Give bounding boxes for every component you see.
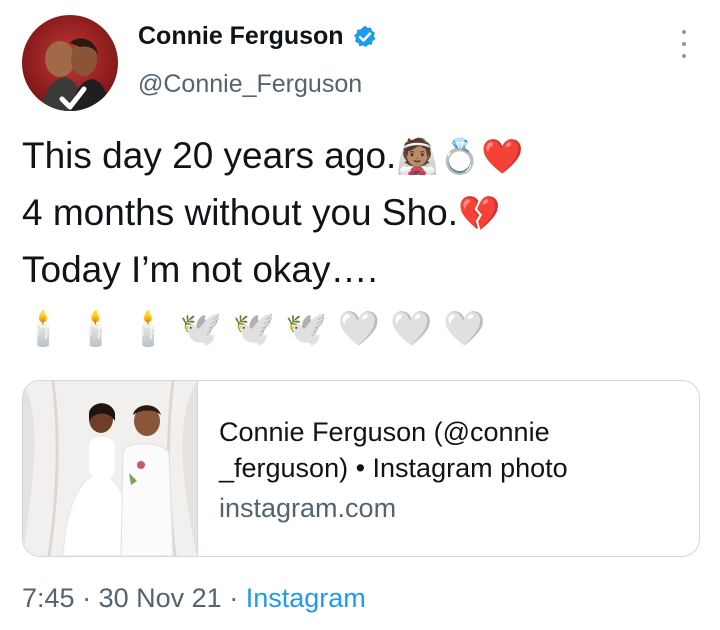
dove-emoji: 🕊️: [232, 309, 275, 349]
more-options-icon[interactable]: [676, 30, 692, 58]
tweet-line-3: Today I’m not okay….: [22, 249, 378, 290]
candle-emoji: 🕯️: [22, 309, 65, 349]
author-display-name[interactable]: Connie Ferguson: [138, 22, 344, 51]
author-handle[interactable]: @Connie_Ferguson: [138, 70, 362, 99]
tweet-line-1-text: This day 20 years ago.: [22, 135, 397, 176]
avatar-photo: [42, 38, 108, 111]
tweet-line-2-text: 4 months without you Sho.: [22, 192, 459, 233]
broken-heart-emoji: 💔: [458, 194, 501, 234]
wedding-photo: [23, 381, 198, 556]
author-name-row[interactable]: Connie Ferguson: [138, 22, 378, 51]
tweet-line-2: 4 months without you Sho.💔: [22, 185, 523, 242]
tweet-emoji-row: 🕯️ 🕯️ 🕯️ 🕊️ 🕊️ 🕊️ 🤍 🤍 🤍: [22, 300, 523, 356]
red-heart-emoji: ❤️: [481, 137, 524, 177]
white-heart-emoji: 🤍: [390, 309, 433, 349]
bride-emoji: 👰🏽: [396, 137, 439, 177]
dove-emoji: 🕊️: [179, 309, 223, 349]
tweet-line-1: This day 20 years ago.👰🏽💍❤️: [22, 128, 523, 185]
tweet-meta: 7:45 · 30 Nov 21 · Instagram: [22, 583, 366, 614]
dove-emoji: 🕊️: [285, 309, 328, 349]
candle-emoji: 🕯️: [74, 309, 117, 349]
white-heart-emoji: 🤍: [443, 309, 486, 349]
ring-emoji: 💍: [438, 137, 482, 177]
tweet-time[interactable]: 7:45: [22, 583, 75, 613]
profile-avatar[interactable]: [22, 15, 118, 111]
card-body[interactable]: Connie Ferguson (@connie _ferguson) • In…: [219, 414, 681, 526]
meta-separator: ·: [82, 583, 92, 613]
white-heart-emoji: 🤍: [337, 309, 381, 349]
card-title: Connie Ferguson (@connie _ferguson) • In…: [219, 414, 681, 486]
card-domain: instagram.com: [219, 493, 397, 523]
tweet-text: This day 20 years ago.👰🏽💍❤️ 4 months wit…: [22, 128, 523, 356]
card-title-line-2: _ferguson) • Instagram photo: [219, 453, 568, 483]
verified-badge-icon: [353, 25, 375, 47]
card-title-line-1: Connie Ferguson (@connie: [219, 417, 550, 447]
link-preview-card[interactable]: Connie Ferguson (@connie _ferguson) • In…: [22, 380, 700, 557]
tweet-date[interactable]: 30 Nov 21: [99, 583, 222, 613]
tweet-source-link[interactable]: Instagram: [246, 583, 366, 613]
candle-emoji: 🕯️: [127, 309, 170, 349]
meta-separator: ·: [229, 583, 239, 613]
